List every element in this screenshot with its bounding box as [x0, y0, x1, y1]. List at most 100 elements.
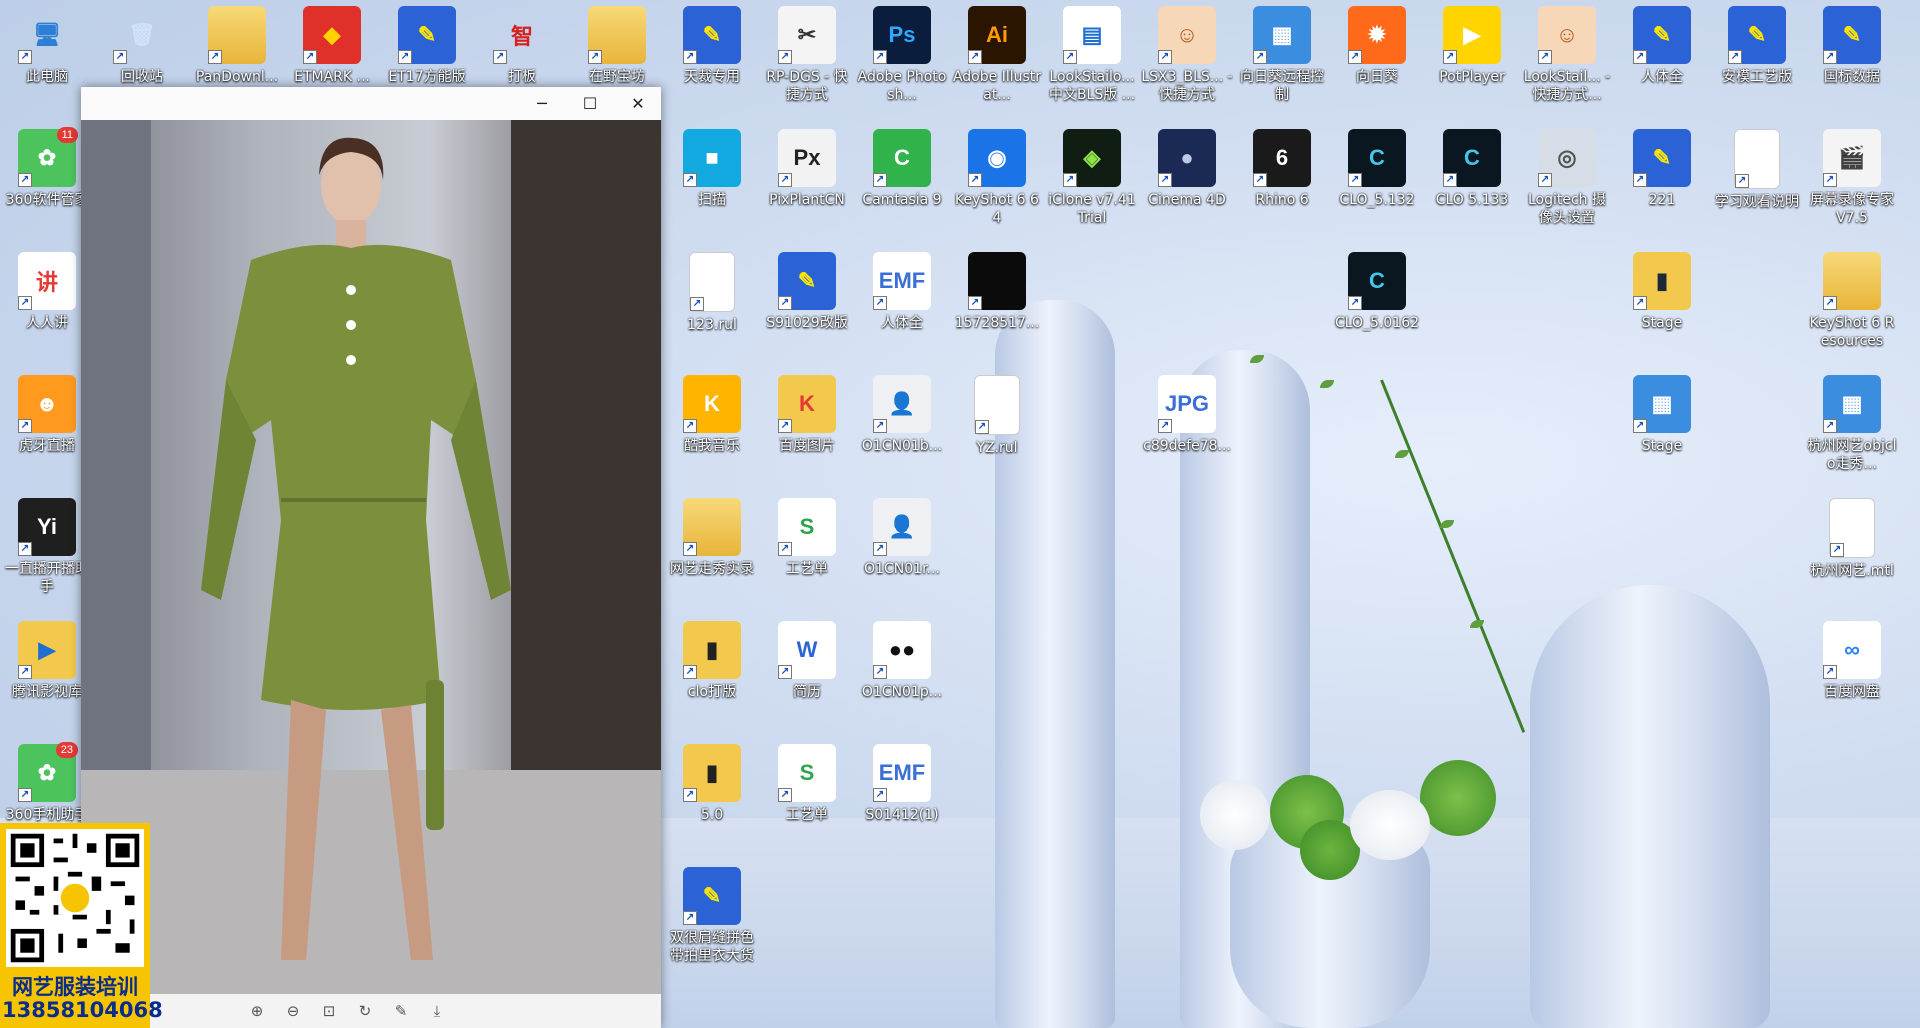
desktop-icon-keyshot-6-64-24[interactable]: ◉ ↗ KeyShot 6 64	[952, 123, 1042, 233]
desktop-icon-label: 此电脑	[26, 69, 68, 85]
desktop-icon-item-64[interactable]: ✎ ↗ 双很肩缝拼色带拍里衣大货	[667, 861, 757, 971]
desktop-icon-keyshot-6-resources-41[interactable]: ↗ KeyShot 6 Resources	[1807, 246, 1897, 356]
desktop-icon-label: 在野宝坊	[589, 69, 645, 85]
shortcut-arrow-icon: ↗	[778, 542, 792, 556]
desktop-icon-potplayer-15[interactable]: ▶ ↗ PotPlayer	[1427, 0, 1517, 110]
runway-photo	[81, 120, 661, 994]
desktop-icon-label: 向日葵	[1356, 69, 1398, 85]
desktop-icon-lsx3-bls-12[interactable]: ☺ ↗ LSX3_BLS... - 快捷方式	[1141, 0, 1233, 110]
shortcut-arrow-icon: ↗	[1063, 173, 1077, 187]
edit-icon[interactable]: ✎	[390, 1000, 412, 1022]
desktop-icon-item-42[interactable]: ☻ ↗ 虎牙直播	[2, 369, 92, 479]
desktop-icon-5-0-61[interactable]: ▮ ↗ 5.0	[667, 738, 757, 848]
desktop-icon-item-14[interactable]: ✹ ↗ 向日葵	[1332, 0, 1422, 110]
desktop-icon-item-50[interactable]: Yi ↗ 一直播开播助手	[2, 492, 92, 602]
desktop-icon-label: PixPlantCN	[769, 192, 845, 208]
desktop-icon-c89defe78-47[interactable]: JPG ↗ c89defe78...	[1142, 369, 1232, 479]
desktop-icon-label: S01412(1)	[865, 807, 939, 823]
desktop-icon-stage-40[interactable]: ▮ ↗ Stage	[1617, 246, 1707, 356]
app-icon: C ↗	[1348, 252, 1406, 310]
minimize-button[interactable]: ─	[519, 87, 565, 120]
desktop-icon-camtasia-9-23[interactable]: C ↗ Camtasia 9	[857, 123, 947, 233]
desktop-icon-s01412-1-63[interactable]: EMF ↗ S01412(1)	[857, 738, 947, 848]
desktop-icon-label: LSX3_BLS... - 快捷方式	[1141, 69, 1233, 103]
desktop-icon-item-52[interactable]: S ↗ 工艺单	[762, 492, 852, 602]
desktop-icon-objclo-49[interactable]: ▦ ↗ 杭州网艺objclo走秀...	[1807, 369, 1897, 479]
qr-advertisement[interactable]: 网艺服装培训 13858104068	[0, 823, 163, 1028]
shortcut-arrow-icon: ↗	[1735, 174, 1749, 188]
desktop-icon-o1cn01p-58[interactable]: ●● ↗ O1CN01p...	[857, 615, 947, 725]
desktop-icon-v7-5-33[interactable]: 🎬 ↗ 屏幕录像专家V7.5	[1807, 123, 1897, 233]
app-icon: JPG ↗	[1158, 375, 1216, 433]
qr-code-image	[6, 829, 144, 967]
shortcut-arrow-icon: ↗	[1348, 296, 1362, 310]
shortcut-arrow-icon: ↗	[113, 50, 127, 64]
desktop-icon-mtl-54[interactable]: ↗ 杭州网艺.mtl	[1807, 492, 1897, 602]
download-icon[interactable]: ⤓	[426, 1000, 448, 1022]
desktop-icon-item-51[interactable]: ↗ 网艺走秀实录	[667, 492, 757, 602]
desktop-icon-label: 向日葵远程控制	[1240, 69, 1324, 103]
desktop-icon-item-13[interactable]: ▦ ↗ 向日葵远程控制	[1237, 0, 1327, 110]
desktop-icon-item-17[interactable]: ✎ ↗ 人体全	[1617, 0, 1707, 110]
desktop-icon-clo-5-133-29[interactable]: C ↗ CLO 5.133	[1427, 123, 1517, 233]
rotate-icon[interactable]: ↻	[354, 1000, 376, 1022]
desktop-icon-clo-5-0162-39[interactable]: C ↗ CLO_5.0162	[1332, 246, 1422, 356]
desktop-icon-item-37[interactable]: EMF ↗ 人体全	[857, 246, 947, 356]
desktop-icon-adobe-photosh-9[interactable]: Ps ↗ Adobe Photosh...	[857, 0, 947, 110]
desktop-icon-label: 回收站	[121, 69, 163, 85]
desktop-icon-item-34[interactable]: 讲 ↗ 人人讲	[2, 246, 92, 356]
desktop-icon-221-31[interactable]: ✎ ↗ 221	[1617, 123, 1707, 233]
desktop-icon-label: iClone v7.41 Trial	[1048, 192, 1136, 226]
desktop-icon-item-44[interactable]: K ↗ 百度图片	[762, 369, 852, 479]
desktop-icon-label: RP-DGS - 快捷方式	[766, 69, 848, 103]
desktop-icon-item-19[interactable]: ✎ ↗ 国标数据	[1807, 0, 1897, 110]
desktop-icon-rp-dgs-8[interactable]: ✂ ↗ RP-DGS - 快捷方式	[762, 0, 852, 110]
desktop-icon-rhino-6-27[interactable]: 6 ↗ Rhino 6	[1237, 123, 1327, 233]
shortcut-arrow-icon: ↗	[778, 665, 792, 679]
actual-size-icon[interactable]: ⊡	[318, 1000, 340, 1022]
desktop-icon-lookstailo-bls-11[interactable]: ▤ ↗ LookStailo... 中文BLS版 ...	[1047, 0, 1137, 110]
desktop-icon-item-57[interactable]: W ↗ 简历	[762, 615, 852, 725]
desktop-icon-item-21[interactable]: ■ ↗ 扫描	[667, 123, 757, 233]
desktop-icon-s91029-36[interactable]: ✎ ↗ S91029改版	[762, 246, 852, 356]
desktop-icon-15728517-38[interactable]: ↗ 15728517...	[952, 246, 1042, 356]
desktop-icon-label: Adobe Illustrat...	[952, 69, 1042, 103]
desktop-icon-item-32[interactable]: ↗ 学习观看说明	[1712, 123, 1802, 233]
desktop-icon-label: CLO_5.0162	[1334, 315, 1420, 331]
app-icon: Ai ↗	[968, 6, 1026, 64]
shortcut-arrow-icon: ↗	[873, 173, 887, 187]
desktop-icon-yz-rul-46[interactable]: ↗ YZ.rul	[952, 369, 1042, 479]
desktop-icon-clo-5-132-28[interactable]: C ↗ CLO_5.132	[1332, 123, 1422, 233]
shortcut-arrow-icon: ↗	[873, 296, 887, 310]
desktop-icon-clo-56[interactable]: ▮ ↗ clo打版	[667, 615, 757, 725]
desktop-icon-123-rul-35[interactable]: ↗ 123.rul	[667, 246, 757, 356]
folder-icon: ↗	[208, 6, 266, 64]
desktop-icon-adobe-illustrat-10[interactable]: Ai ↗ Adobe Illustrat...	[952, 0, 1042, 110]
photo-viewer-window[interactable]: ─ ☐ ✕ ⊕ ⊖ ⊡ ↻ ✎ ⤓	[81, 87, 661, 1028]
desktop-icon-o1cn01b-45[interactable]: 👤 ↗ O1CN01b...	[857, 369, 947, 479]
desktop-icon-cinema-4d-26[interactable]: ● ↗ Cinema 4D	[1142, 123, 1232, 233]
shortcut-arrow-icon: ↗	[1253, 173, 1267, 187]
desktop-icon-item-7[interactable]: ✎ ↗ 天裁专用	[667, 0, 757, 110]
zoom-in-icon[interactable]: ⊕	[246, 1000, 268, 1022]
maximize-button[interactable]: ☐	[567, 87, 613, 120]
desktop-icon-lookstail-16[interactable]: ☺ ↗ LookStail... - 快捷方式...	[1522, 0, 1612, 110]
close-button[interactable]: ✕	[615, 87, 661, 120]
desktop-icon-item-62[interactable]: S ↗ 工艺单	[762, 738, 852, 848]
desktop-icon-logitech-30[interactable]: ◎ ↗ Logitech 摄像头设置	[1522, 123, 1612, 233]
desktop-icon-item-0[interactable]: 🖥 ↗ 此电脑	[2, 0, 92, 110]
desktop-icon-item-59[interactable]: ∞ ↗ 百度网盘	[1807, 615, 1897, 725]
desktop-icon-360-20[interactable]: ✿ 11 ↗ 360软件管家	[2, 123, 92, 233]
desktop-icon-pixplantcn-22[interactable]: Px ↗ PixPlantCN	[762, 123, 852, 233]
desktop-icon-stage-48[interactable]: ▦ ↗ Stage	[1617, 369, 1707, 479]
title-bar[interactable]: ─ ☐ ✕	[81, 87, 661, 120]
desktop-icon-item-55[interactable]: ▶ ↗ 腾讯影视库	[2, 615, 92, 725]
app-icon: ▤ ↗	[1063, 6, 1121, 64]
desktop-icon-item-18[interactable]: ✎ ↗ 安模工艺版	[1712, 0, 1802, 110]
shortcut-arrow-icon: ↗	[588, 50, 602, 64]
app-icon: ◆ ↗	[303, 6, 361, 64]
desktop-icon-iclone-v7-41-trial-25[interactable]: ◈ ↗ iClone v7.41 Trial	[1047, 123, 1137, 233]
desktop-icon-item-43[interactable]: K ↗ 酷我音乐	[667, 369, 757, 479]
zoom-out-icon[interactable]: ⊖	[282, 1000, 304, 1022]
desktop-icon-o1cn01r-53[interactable]: 👤 ↗ O1CN01r...	[857, 492, 947, 602]
